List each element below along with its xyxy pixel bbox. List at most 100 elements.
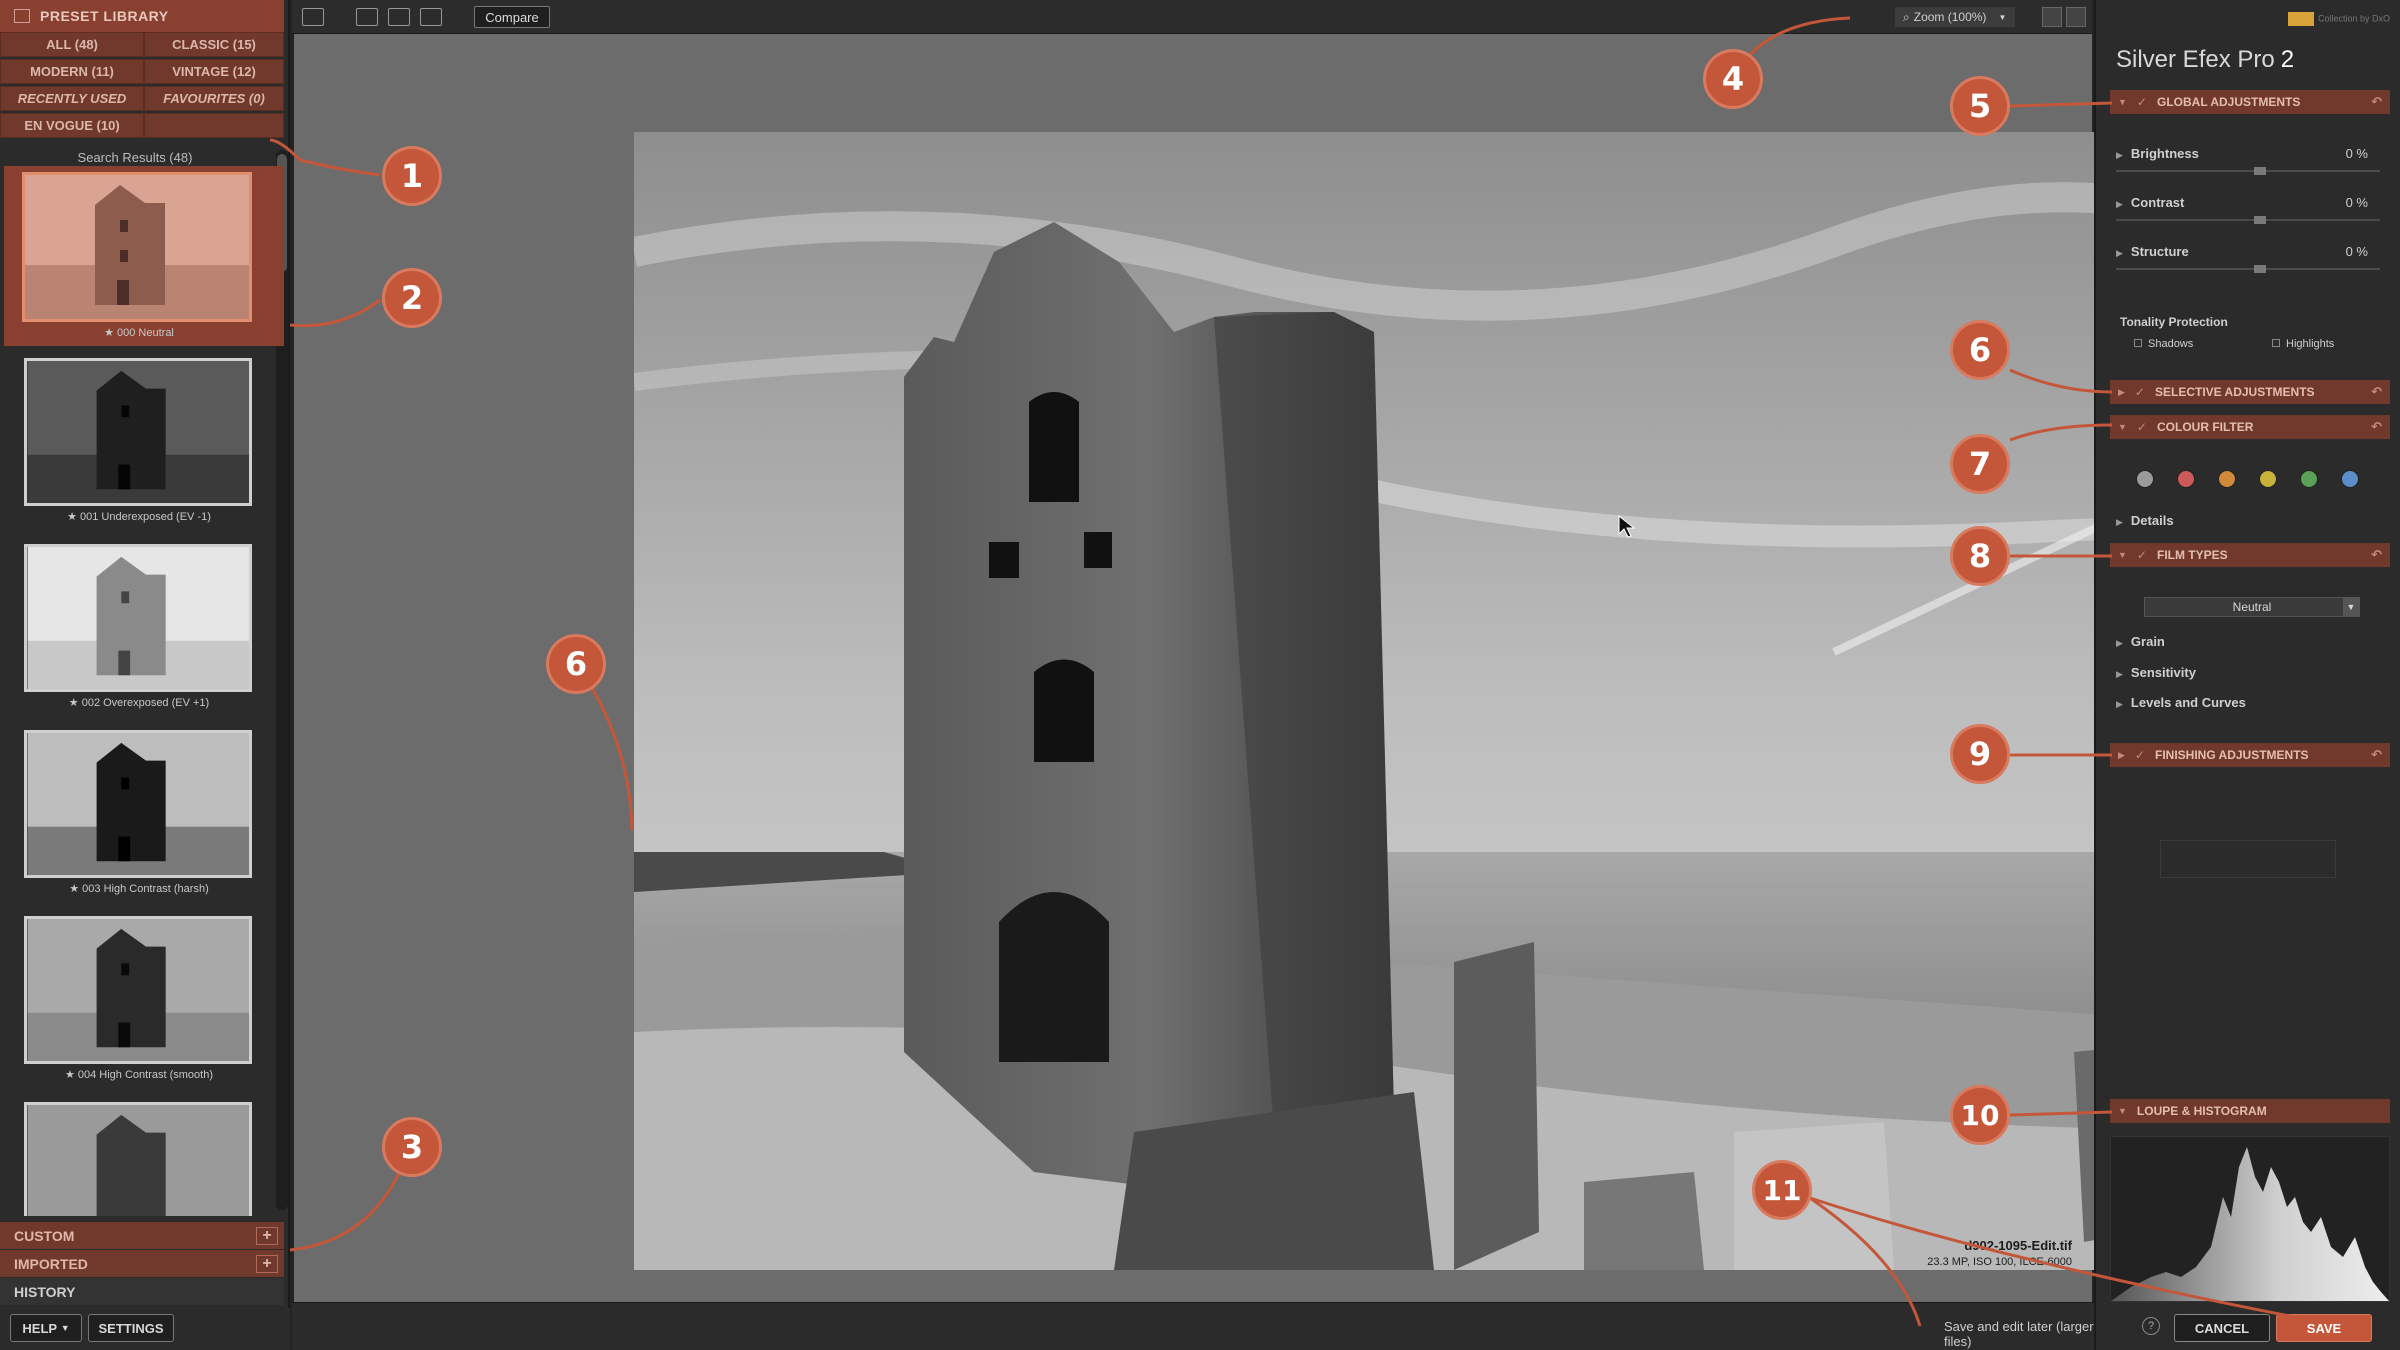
side-by-side-view-icon[interactable] xyxy=(420,8,442,26)
highlights-control[interactable]: Highlights xyxy=(2272,338,2334,350)
check-icon[interactable]: ✓ xyxy=(2137,548,2147,562)
check-icon[interactable]: ✓ xyxy=(2135,748,2145,762)
colour-filter-title: COLOUR FILTER xyxy=(2156,420,2254,434)
zoom-icon: ⌕ xyxy=(1903,9,1910,24)
chevron-down-icon: ▼ xyxy=(1998,12,2007,22)
imported-section[interactable]: IMPORTED + xyxy=(0,1250,284,1277)
save-button[interactable]: SAVE xyxy=(2276,1314,2372,1342)
category-modern[interactable]: MODERN (11) xyxy=(0,59,144,84)
library-icon xyxy=(14,9,30,23)
structure-control[interactable]: ▶ Structure 0 % xyxy=(2116,244,2380,259)
reset-icon[interactable]: ↶ xyxy=(2371,94,2382,110)
silver-efex-window: PRESET LIBRARY ALL (48) CLASSIC (15) MOD… xyxy=(0,0,2400,1350)
levels-label: Levels and Curves xyxy=(2130,695,2246,710)
film-type-select[interactable]: Neutral ▼ xyxy=(2144,597,2360,617)
preset-label: ★ 002 Overexposed (EV +1) xyxy=(68,697,210,709)
custom-label: CUSTOM xyxy=(14,1227,75,1244)
toggle-panel-icon[interactable] xyxy=(302,8,324,26)
histogram-graph xyxy=(2111,1147,2389,1301)
check-icon[interactable]: ✓ xyxy=(2137,420,2147,434)
global-adjustments-header[interactable]: ▼ ✓ GLOBAL ADJUSTMENTS ↶ xyxy=(2110,90,2390,114)
zoom-control[interactable]: ⌕ Zoom (100%) ▼ xyxy=(1895,7,2015,27)
details-expander[interactable]: ▶ Details xyxy=(2116,513,2380,528)
contrast-label: Contrast xyxy=(2130,195,2185,210)
brightness-label: Brightness xyxy=(2130,146,2199,161)
slider-knob[interactable] xyxy=(2254,265,2266,273)
compare-button[interactable]: Compare xyxy=(474,6,550,28)
levels-curves-expander[interactable]: ▶ Levels and Curves xyxy=(2116,695,2380,710)
preset-library-header[interactable]: PRESET LIBRARY xyxy=(0,0,284,32)
highlights-check-icon[interactable] xyxy=(2272,339,2280,347)
brightness-control[interactable]: ▶ Brightness 0 % xyxy=(2116,146,2380,161)
search-results-label: Search Results (48) xyxy=(77,150,193,165)
add-imported-icon[interactable]: + xyxy=(256,1254,278,1273)
split-view-icon[interactable] xyxy=(388,8,410,26)
photo-preview[interactable] xyxy=(634,132,2340,1270)
reset-icon[interactable]: ↶ xyxy=(2371,747,2382,763)
details-label: Details xyxy=(2130,513,2174,528)
save-edit-later-option[interactable]: Save and edit later (larger files) xyxy=(1944,1319,2094,1349)
highlights-label: Highlights xyxy=(2286,338,2335,350)
category-vintage[interactable]: VINTAGE (12) xyxy=(144,59,284,84)
history-section[interactable]: HISTORY xyxy=(0,1278,284,1305)
slider-knob[interactable] xyxy=(2254,216,2266,224)
shadows-control[interactable]: Shadows xyxy=(2134,338,2193,350)
shadows-check-icon[interactable] xyxy=(2134,339,2142,347)
category-en-vogue[interactable]: EN VOGUE (10) xyxy=(0,113,144,138)
cancel-button[interactable]: CANCEL xyxy=(2174,1314,2270,1342)
loupe-histogram-header[interactable]: ▼ LOUPE & HISTOGRAM xyxy=(2110,1099,2390,1123)
preset-item-underexposed[interactable]: ★ 001 Underexposed (EV -1) xyxy=(4,352,284,532)
right-bottom-bar: CANCEL SAVE xyxy=(2094,1308,2400,1350)
filter-swatch-yellow[interactable] xyxy=(2259,470,2277,488)
slider-knob[interactable] xyxy=(2254,167,2266,175)
filter-swatch-orange[interactable] xyxy=(2218,470,2236,488)
contrast-slider[interactable] xyxy=(2116,216,2380,224)
check-icon[interactable]: ✓ xyxy=(2137,95,2147,109)
preset-thumbnail xyxy=(24,358,252,506)
preset-item-next[interactable] xyxy=(4,1096,284,1216)
preset-label: ★ 003 High Contrast (harsh) xyxy=(69,883,209,895)
preset-item-high-contrast-smooth[interactable]: ★ 004 High Contrast (smooth) xyxy=(4,910,284,1090)
nik-badge-icon xyxy=(2287,12,2314,26)
help-button[interactable]: HELP ▼ xyxy=(10,1314,82,1342)
custom-section[interactable]: CUSTOM + xyxy=(0,1222,284,1249)
brightness-slider[interactable] xyxy=(2116,167,2380,175)
selective-adjustments-title: SELECTIVE ADJUSTMENTS xyxy=(2154,385,2315,399)
category-recently-used[interactable]: RECENTLY USED xyxy=(0,86,144,111)
settings-button[interactable]: SETTINGS xyxy=(88,1314,174,1342)
filter-swatch-neutral[interactable] xyxy=(2136,470,2154,488)
category-classic[interactable]: CLASSIC (15) xyxy=(144,32,284,57)
structure-slider[interactable] xyxy=(2116,265,2380,273)
category-favourites[interactable]: FAVOURITES (0) xyxy=(144,86,284,111)
film-types-title: FILM TYPES xyxy=(2156,548,2228,562)
filter-swatch-green[interactable] xyxy=(2300,470,2318,488)
finishing-adjustments-header[interactable]: ▶ ✓ FINISHING ADJUSTMENTS ↶ xyxy=(2110,743,2390,767)
add-custom-icon[interactable]: + xyxy=(256,1226,278,1245)
reset-icon[interactable]: ↶ xyxy=(2371,419,2382,435)
chevron-down-icon: ▼ xyxy=(60,1323,70,1333)
film-types-header[interactable]: ▼ ✓ FILM TYPES ↶ xyxy=(2110,543,2390,567)
colour-filter-header[interactable]: ▼ ✓ COLOUR FILTER ↶ xyxy=(2110,415,2390,439)
selective-adjustments-header[interactable]: ▶ ✓ SELECTIVE ADJUSTMENTS ↶ xyxy=(2110,380,2390,404)
shadows-label: Shadows xyxy=(2148,338,2194,350)
thumbnail-image xyxy=(25,175,249,319)
category-all[interactable]: ALL (48) xyxy=(0,32,144,57)
grain-expander[interactable]: ▶ Grain xyxy=(2116,634,2380,649)
preset-item-high-contrast-harsh[interactable]: ★ 003 High Contrast (harsh) xyxy=(4,724,284,904)
contrast-control[interactable]: ▶ Contrast 0 % xyxy=(2116,195,2380,210)
filter-swatch-red[interactable] xyxy=(2177,470,2195,488)
check-icon[interactable]: ✓ xyxy=(2135,385,2145,399)
single-view-icon[interactable] xyxy=(356,8,378,26)
sensitivity-expander[interactable]: ▶ Sensitivity xyxy=(2116,665,2380,680)
structure-value: 0 % xyxy=(2345,244,2368,259)
reset-icon[interactable]: ↶ xyxy=(2371,547,2382,563)
imported-label: IMPORTED xyxy=(14,1255,88,1272)
background-light-icon[interactable] xyxy=(2042,7,2062,27)
filter-swatch-blue[interactable] xyxy=(2341,470,2359,488)
image-canvas[interactable]: d902-1095-Edit.tif 23.3 MP, ISO 100, ILC… xyxy=(294,34,2340,1302)
zoom-label: Zoom (100%) xyxy=(1913,10,1987,24)
reset-icon[interactable]: ↶ xyxy=(2371,384,2382,400)
preset-item-overexposed[interactable]: ★ 002 Overexposed (EV +1) xyxy=(4,538,284,718)
preset-item-neutral[interactable]: ★ 000 Neutral xyxy=(4,166,284,346)
fullscreen-icon[interactable] xyxy=(2066,7,2086,27)
